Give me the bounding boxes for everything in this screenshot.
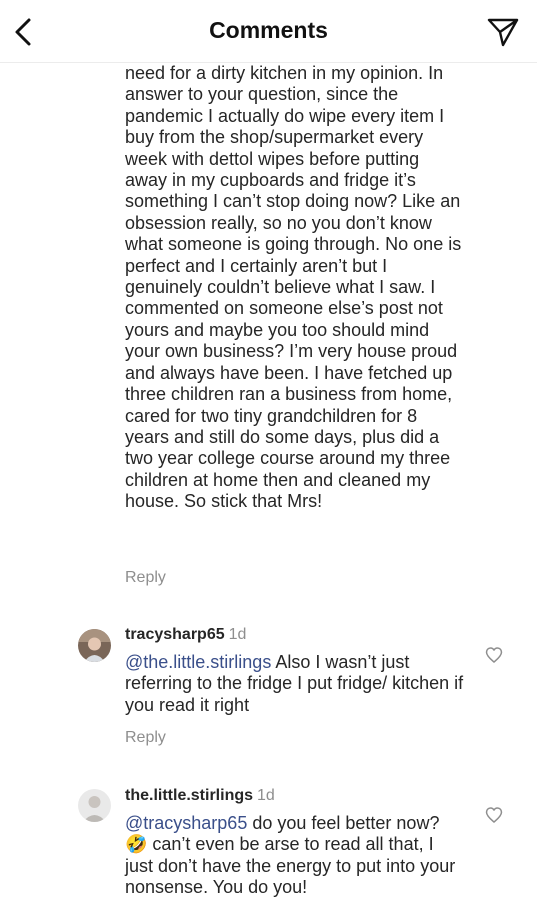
comment-text: @tracysharp65 do you feel better now? 🤣 … xyxy=(125,813,465,899)
comment-thread[interactable]: need for a dirty kitchen in my opinion. … xyxy=(0,62,537,900)
header-bar: Comments xyxy=(0,0,537,63)
user-photo-icon xyxy=(78,789,111,822)
comment-text: @the.little.stirlings Also I wasn’t just… xyxy=(125,652,465,716)
comment-username[interactable]: tracysharp65 xyxy=(125,626,225,643)
user-photo-icon xyxy=(78,629,111,662)
comment-header: tracysharp65 1d xyxy=(125,626,246,644)
mention-link[interactable]: @tracysharp65 xyxy=(125,813,247,833)
reply-button[interactable]: Reply xyxy=(125,569,166,587)
comment-text: need for a dirty kitchen in my opinion. … xyxy=(125,63,462,512)
heart-icon[interactable] xyxy=(484,645,504,665)
heart-icon[interactable] xyxy=(484,805,504,825)
avatar[interactable] xyxy=(78,629,111,662)
paper-plane-icon xyxy=(487,18,519,47)
avatar[interactable] xyxy=(78,789,111,822)
share-button[interactable] xyxy=(485,14,521,50)
reply-button[interactable]: Reply xyxy=(125,729,166,747)
mention-link[interactable]: @the.little.stirlings xyxy=(125,652,271,672)
comment-header: the.little.stirlings 1d xyxy=(125,787,275,805)
comment-time: 1d xyxy=(228,626,247,643)
comment-time: 1d xyxy=(257,787,275,804)
page-title: Comments xyxy=(209,17,328,43)
comment-username[interactable]: the.little.stirlings xyxy=(125,787,253,804)
